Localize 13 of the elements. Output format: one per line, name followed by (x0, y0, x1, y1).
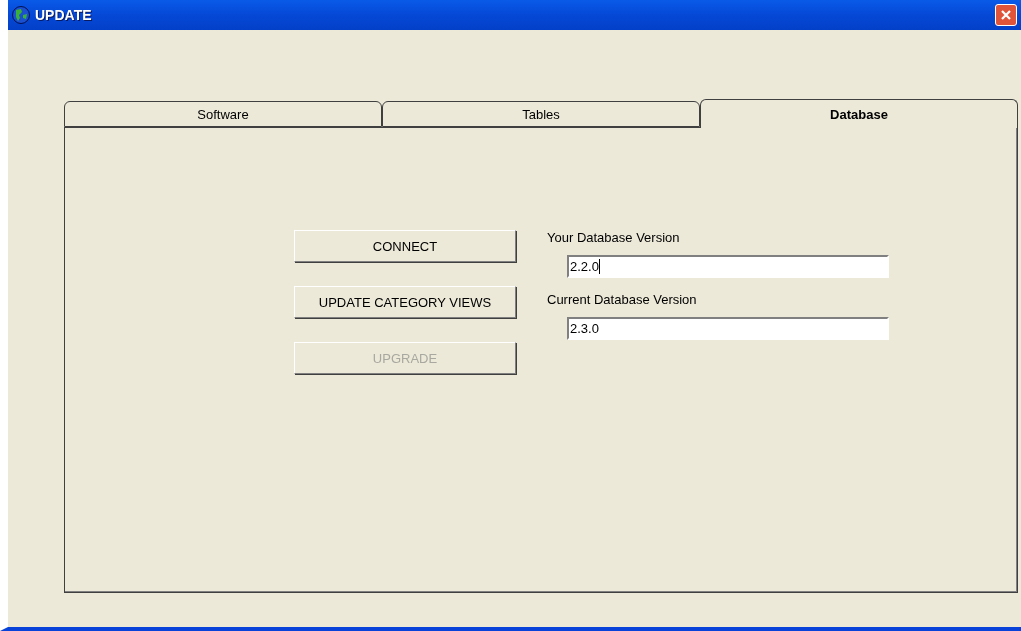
tab[interactable]: Software (64, 101, 382, 127)
tab[interactable]: Tables (382, 101, 700, 127)
close-icon (1000, 9, 1012, 21)
action-button[interactable]: CONNECT (294, 230, 516, 262)
close-button[interactable] (995, 4, 1017, 26)
field-label: Your Database Version (547, 230, 681, 245)
field-label: Current Database Version (547, 292, 698, 307)
tab[interactable]: Database (700, 99, 1018, 128)
version-field[interactable]: 2.3.0 (567, 317, 889, 340)
window-title: UPDATE (35, 7, 92, 23)
action-button[interactable]: UPDATE CATEGORY VIEWS (294, 286, 516, 318)
globe-icon (12, 6, 30, 24)
version-field[interactable]: 2.2.0 (567, 255, 889, 278)
